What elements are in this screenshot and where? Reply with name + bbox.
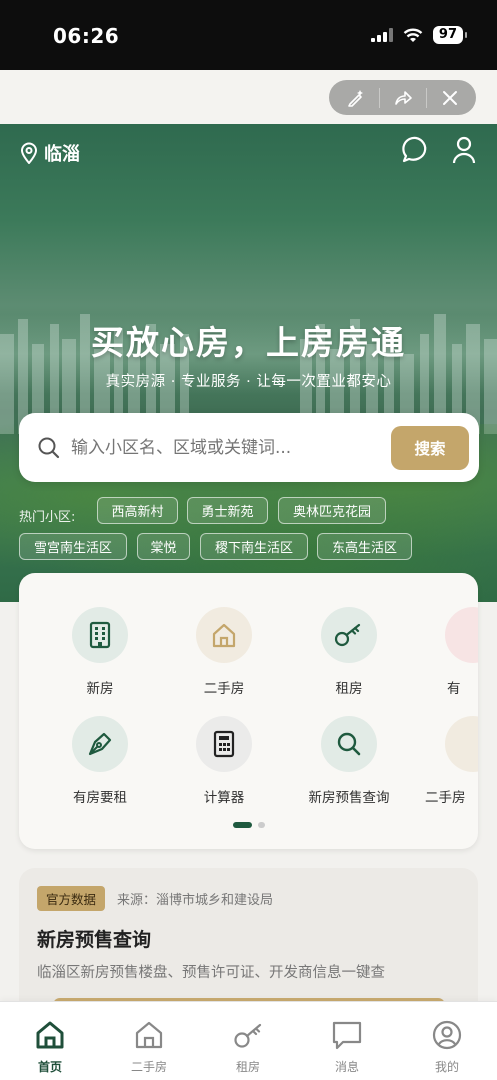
location-label: 临淄 (44, 144, 80, 165)
bottom-tab-bar: 首页 二手房 租房 消息 我的 (0, 1001, 497, 1080)
grid-item-presale-query[interactable]: 新房预售查询 (294, 716, 404, 806)
location-selector[interactable]: 临淄 (20, 140, 80, 166)
status-time: 06:26 (53, 24, 120, 48)
capsule-divider (378, 87, 380, 108)
edit-magic-button[interactable] (338, 83, 374, 113)
grid-label: 新房预售查询 (308, 790, 390, 806)
message-button[interactable] (400, 134, 432, 166)
hero-banner: 临淄 买放心房，上房房通 真实房源 · 专业服务 · 让每一次置业都安心 搜索 … (0, 124, 497, 602)
tab-messages[interactable]: 消息 (317, 1020, 377, 1075)
hot-tag[interactable]: 雪宫南生活区 (19, 533, 127, 560)
share-button[interactable] (385, 83, 421, 113)
grid-item-second-hand[interactable]: 二手房 (169, 607, 279, 697)
house-icon (212, 623, 236, 648)
hero-subtitle: 真实房源 · 专业服务 · 让每一次置业都安心 (105, 374, 392, 390)
data-source: 来源：淄博市城乡和建设局 (117, 893, 274, 908)
info-description: 临淄区新房预售楼盘、预售许可证、开发商信息一键查 (37, 965, 385, 981)
hot-tag[interactable]: 稷下南生活区 (200, 533, 308, 560)
info-title: 新房预售查询 (37, 929, 152, 951)
search-button[interactable]: 搜索 (391, 425, 469, 470)
message-box-icon (332, 1021, 362, 1050)
grid-item-want-rent[interactable]: 有房要租 (45, 716, 155, 806)
magic-pen-icon (347, 89, 363, 107)
mini-program-bar (0, 70, 497, 124)
hot-communities-label: 热门小区: (19, 510, 76, 525)
grid-label: 计算器 (203, 790, 245, 806)
wifi-icon (403, 28, 423, 42)
page-indicator (19, 822, 478, 828)
tab-label: 二手房 (130, 1060, 167, 1074)
battery-indicator: 97 (432, 26, 468, 44)
key-icon (234, 1023, 262, 1048)
grid-label: 有房要租 (73, 790, 127, 806)
search-bar: 搜索 (19, 413, 479, 482)
building-icon (89, 621, 111, 649)
tab-rent[interactable]: 租房 (218, 1020, 278, 1075)
official-data-badge: 官方数据 (37, 886, 106, 911)
hot-tag[interactable]: 勇士新苑 (187, 497, 268, 524)
grid-item-partial[interactable]: 二手房 (419, 716, 478, 806)
grid-label: 二手房 (425, 790, 466, 806)
tab-label: 首页 (37, 1060, 62, 1074)
grid-item-new-house[interactable]: 新房 (45, 607, 155, 697)
close-button[interactable] (432, 83, 468, 113)
status-bar: 06:26 97 (0, 0, 497, 70)
house-outline-icon (135, 1021, 163, 1049)
grid-item-rent[interactable]: 租房 (294, 607, 404, 697)
tab-label: 租房 (235, 1060, 260, 1074)
grid-item-partial[interactable]: 有 (419, 607, 478, 697)
tab-label: 消息 (334, 1060, 359, 1074)
hero-title: 买放心房，上房房通 (91, 323, 406, 362)
grid-label: 有 (447, 681, 461, 697)
tab-profile[interactable]: 我的 (417, 1020, 477, 1075)
grid-label: 租房 (335, 681, 363, 697)
hot-tag[interactable]: 东高生活区 (317, 533, 412, 560)
user-icon (452, 136, 476, 164)
search-icon (337, 732, 361, 756)
grid-label: 新房 (86, 681, 114, 697)
location-pin-icon (20, 142, 38, 164)
hot-tag[interactable]: 棠悦 (137, 533, 190, 560)
profile-button[interactable] (448, 134, 480, 166)
search-input[interactable] (71, 437, 391, 458)
calculator-icon (213, 730, 235, 758)
close-icon (442, 90, 457, 105)
pen-nib-icon (88, 732, 112, 756)
tab-home[interactable]: 首页 (20, 1020, 80, 1075)
chat-bubble-icon (402, 136, 427, 163)
grid-label: 二手房 (203, 681, 245, 697)
key-icon (334, 623, 361, 647)
presale-info-card[interactable]: 官方数据 来源：淄博市城乡和建设局 新房预售查询 临淄区新房预售楼盘、预售许可证… (19, 868, 478, 1018)
hot-tag[interactable]: 西高新村 (97, 497, 178, 524)
search-icon (38, 437, 60, 458)
tab-second-hand[interactable]: 二手房 (119, 1020, 179, 1075)
feature-grid: 新房 二手房 租房 有 有房要租 计算器 新房预售查询 二手房 (19, 573, 478, 849)
hot-tag[interactable]: 奥林匹克花园 (278, 497, 386, 524)
status-icons: 97 (370, 26, 468, 44)
grid-item-calculator[interactable]: 计算器 (169, 716, 279, 806)
capsule-divider (425, 87, 427, 108)
home-icon (36, 1021, 64, 1049)
mini-program-capsule (329, 80, 476, 115)
signal-icon (370, 28, 393, 42)
user-circle-icon (432, 1020, 462, 1050)
share-arrow-icon (394, 90, 412, 105)
page-dot[interactable] (257, 822, 265, 828)
tab-label: 我的 (434, 1060, 459, 1074)
page-dot-active[interactable] (232, 822, 252, 828)
